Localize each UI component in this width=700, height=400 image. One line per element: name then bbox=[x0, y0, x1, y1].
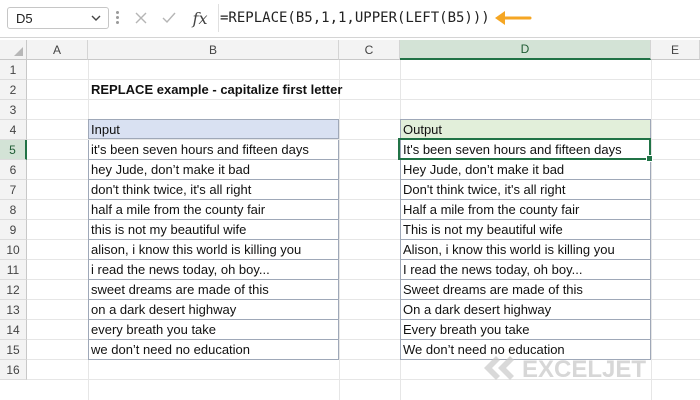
select-all-button[interactable] bbox=[0, 40, 27, 60]
output-cell[interactable]: Half a mile from the county fair bbox=[400, 200, 651, 220]
exceljet-watermark: EXCELJET bbox=[484, 356, 646, 383]
column-header-b[interactable]: B bbox=[88, 40, 339, 60]
output-cell[interactable]: Every breath you take bbox=[400, 320, 651, 340]
input-cell[interactable]: half a mile from the county fair bbox=[88, 200, 339, 220]
formula-bar: D5 fx =REPLACE(B5,1,1,UPPER(LEFT(B5))) bbox=[0, 0, 700, 38]
row-header-13[interactable]: 13 bbox=[0, 300, 27, 320]
row-header-15[interactable]: 15 bbox=[0, 340, 27, 360]
gridline bbox=[339, 60, 340, 400]
input-cell[interactable]: hey Jude, don’t make it bad bbox=[88, 160, 339, 180]
row-header-10[interactable]: 10 bbox=[0, 240, 27, 260]
formula-input[interactable]: =REPLACE(B5,1,1,UPPER(LEFT(B5))) bbox=[220, 6, 490, 30]
cancel-icon[interactable] bbox=[128, 6, 154, 30]
output-cell[interactable]: This is not my beautiful wife bbox=[400, 220, 651, 240]
output-header[interactable]: Output bbox=[400, 119, 651, 139]
row-header-12[interactable]: 12 bbox=[0, 280, 27, 300]
arrow-left-icon bbox=[495, 11, 532, 25]
column-header-a[interactable]: A bbox=[27, 40, 88, 60]
name-box[interactable]: D5 bbox=[7, 7, 109, 29]
row-header-5[interactable]: 5 bbox=[0, 140, 27, 160]
row-header-2[interactable]: 2 bbox=[0, 80, 27, 100]
input-cell[interactable]: it's been seven hours and fifteen days bbox=[88, 140, 339, 160]
divider bbox=[218, 4, 219, 32]
name-box-value: D5 bbox=[16, 11, 33, 26]
drag-handle-icon[interactable] bbox=[116, 11, 119, 25]
row-header-3[interactable]: 3 bbox=[0, 100, 27, 120]
row-header-8[interactable]: 8 bbox=[0, 200, 27, 220]
input-cell[interactable]: sweet dreams are made of this bbox=[88, 280, 339, 300]
input-header[interactable]: Input bbox=[88, 119, 339, 139]
active-cell-selection[interactable] bbox=[398, 138, 653, 162]
row-header-16[interactable]: 16 bbox=[0, 360, 27, 380]
row-header-6[interactable]: 6 bbox=[0, 160, 27, 180]
formula-actions: fx bbox=[128, 6, 216, 30]
watermark-text: EXCELJET bbox=[522, 356, 646, 383]
row-header-7[interactable]: 7 bbox=[0, 180, 27, 200]
input-cell[interactable]: don't think twice, it's all right bbox=[88, 180, 339, 200]
output-cell[interactable]: Alison, i know this world is killing you bbox=[400, 240, 651, 260]
input-cell[interactable]: this is not my beautiful wife bbox=[88, 220, 339, 240]
input-cell[interactable]: i read the news today, oh boy... bbox=[88, 260, 339, 280]
row-header-11[interactable]: 11 bbox=[0, 260, 27, 280]
input-cell[interactable]: every breath you take bbox=[88, 320, 339, 340]
output-cell[interactable]: Don't think twice, it's all right bbox=[400, 180, 651, 200]
insert-function-button[interactable]: fx bbox=[186, 6, 214, 30]
output-cell[interactable]: I read the news today, oh boy... bbox=[400, 260, 651, 280]
row-header-4[interactable]: 4 bbox=[0, 120, 27, 140]
column-header-c[interactable]: C bbox=[339, 40, 400, 60]
column-header-e[interactable]: E bbox=[651, 40, 700, 60]
chevron-down-icon[interactable] bbox=[90, 11, 102, 30]
row-header-1[interactable]: 1 bbox=[0, 60, 27, 80]
output-cell[interactable]: On a dark desert highway bbox=[400, 300, 651, 320]
fill-handle[interactable] bbox=[646, 155, 653, 162]
sheet-title[interactable]: REPLACE example - capitalize first lette… bbox=[91, 80, 342, 100]
enter-check-icon[interactable] bbox=[156, 6, 182, 30]
column-header-d[interactable]: D bbox=[400, 40, 651, 60]
input-cell[interactable]: on a dark desert highway bbox=[88, 300, 339, 320]
output-cell[interactable]: Sweet dreams are made of this bbox=[400, 280, 651, 300]
output-cell[interactable]: Hey Jude, don’t make it bad bbox=[400, 160, 651, 180]
row-header-9[interactable]: 9 bbox=[0, 220, 27, 240]
row-header-14[interactable]: 14 bbox=[0, 320, 27, 340]
input-cell[interactable]: we don’t need no education bbox=[88, 340, 339, 360]
input-cell[interactable]: alison, i know this world is killing you bbox=[88, 240, 339, 260]
